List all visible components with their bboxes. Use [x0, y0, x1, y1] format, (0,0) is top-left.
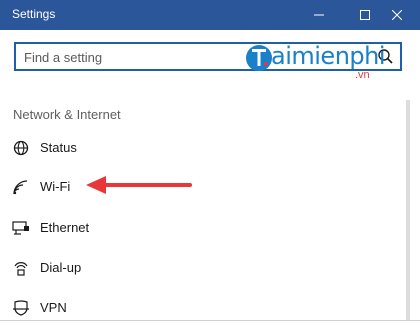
nav-item-status[interactable]: Status — [0, 130, 410, 166]
vpn-icon — [13, 300, 29, 316]
minimize-button[interactable] — [296, 0, 342, 30]
watermark-logo: aimienphi .vn — [243, 40, 403, 84]
scrollbar[interactable] — [406, 100, 410, 320]
nav-item-label: Dial-up — [40, 260, 82, 275]
nav-item-label: Ethernet — [40, 220, 90, 235]
settings-window: Settings aimienphi .vn Network & Interne… — [0, 0, 420, 331]
nav-item-dialup[interactable]: Dial-up — [0, 250, 410, 286]
nav-item-label: Status — [40, 140, 77, 155]
title-bar: Settings — [0, 0, 420, 30]
nav-item-label: Wi-Fi — [40, 179, 71, 194]
close-button[interactable] — [374, 0, 420, 30]
watermark-t-icon — [246, 45, 272, 71]
nav-item-label: VPN — [40, 300, 67, 315]
wifi-icon — [13, 180, 28, 195]
minimize-icon — [314, 14, 324, 16]
nav-item-ethernet[interactable]: Ethernet — [0, 210, 410, 246]
nav-item-wifi[interactable]: Wi-Fi — [0, 169, 410, 205]
dialup-icon — [14, 262, 28, 276]
ethernet-icon — [12, 221, 29, 235]
close-icon — [392, 10, 402, 20]
annotation-arrow-icon — [86, 176, 192, 194]
bottom-border — [0, 320, 420, 321]
watermark-brand: aimienphi — [271, 42, 386, 70]
section-header: Network & Internet — [13, 107, 121, 122]
globe-icon — [13, 140, 29, 156]
watermark-tld: .vn — [355, 69, 370, 81]
window-title: Settings — [12, 7, 56, 21]
maximize-icon — [360, 10, 370, 20]
